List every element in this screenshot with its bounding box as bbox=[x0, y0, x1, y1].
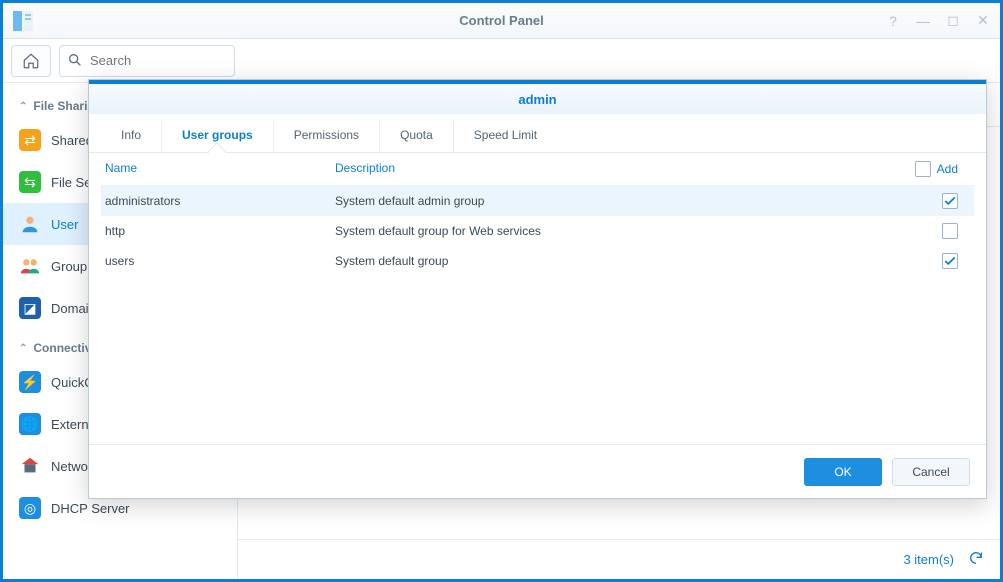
tab-label: Info bbox=[121, 128, 141, 142]
tab-label: Quota bbox=[400, 128, 433, 142]
group-row[interactable]: users System default group bbox=[101, 246, 974, 276]
user-edit-dialog: admin Info User groups Permissions Quota… bbox=[88, 79, 987, 499]
group-add-checkbox[interactable] bbox=[942, 223, 958, 239]
item-count: 3 item(s) bbox=[903, 552, 954, 567]
footer-bar: 3 item(s) bbox=[238, 539, 1000, 579]
group-add-checkbox[interactable] bbox=[942, 193, 958, 209]
reload-button[interactable] bbox=[968, 550, 984, 569]
toolbar bbox=[3, 39, 1000, 83]
dialog-footer: OK Cancel bbox=[89, 444, 986, 498]
titlebar: Control Panel ? — ◻ ✕ bbox=[3, 3, 1000, 39]
header-checkbox[interactable] bbox=[915, 161, 931, 177]
group-name: http bbox=[105, 224, 335, 238]
column-header-description[interactable]: Description bbox=[335, 161, 900, 177]
sidebar-item-label: DHCP Server bbox=[51, 501, 130, 516]
home-icon bbox=[22, 52, 40, 70]
sidebar-item-label: User bbox=[51, 217, 78, 232]
tab-label: Speed Limit bbox=[474, 128, 537, 142]
globe-icon: 🌐 bbox=[19, 413, 41, 435]
group-row[interactable]: http System default group for Web servic… bbox=[101, 216, 974, 246]
search-field[interactable] bbox=[59, 45, 235, 77]
dialog-tabs: Info User groups Permissions Quota Speed… bbox=[89, 114, 986, 153]
home-button[interactable] bbox=[11, 45, 51, 77]
chevron-up-icon: ⌃ bbox=[19, 343, 27, 354]
column-header-name[interactable]: Name bbox=[105, 161, 335, 177]
group-description: System default group bbox=[335, 254, 900, 268]
check-icon bbox=[943, 194, 957, 208]
search-icon bbox=[67, 52, 83, 73]
dialog-tab-permissions[interactable]: Permissions bbox=[273, 120, 379, 152]
control-panel-window: Control Panel ? — ◻ ✕ ⌃ File Sharing ⇄ bbox=[0, 0, 1003, 582]
check-icon bbox=[943, 254, 957, 268]
group-description: System default group for Web services bbox=[335, 224, 900, 238]
groups-grid: Name Description Add administrators Syst… bbox=[89, 153, 986, 444]
file-services-icon: ⇆ bbox=[19, 171, 41, 193]
group-name: administrators bbox=[105, 194, 335, 208]
group-row[interactable]: administrators System default admin grou… bbox=[101, 186, 974, 216]
column-header-label: Add bbox=[937, 162, 958, 176]
group-add-checkbox[interactable] bbox=[942, 253, 958, 269]
ok-button[interactable]: OK bbox=[804, 458, 882, 486]
maximize-button[interactable]: ◻ bbox=[944, 12, 962, 30]
dhcp-icon: ◎ bbox=[19, 497, 41, 519]
chevron-up-icon: ⌃ bbox=[19, 101, 27, 112]
close-button[interactable]: ✕ bbox=[974, 12, 992, 30]
group-name: users bbox=[105, 254, 335, 268]
column-header-add[interactable]: Add bbox=[900, 161, 970, 177]
window-title: Control Panel bbox=[3, 13, 1000, 28]
sidebar-item-label: Group bbox=[51, 259, 87, 274]
grid-header: Name Description Add bbox=[101, 153, 974, 186]
dialog-tab-user-groups[interactable]: User groups bbox=[161, 120, 273, 152]
button-label: Cancel bbox=[912, 465, 949, 479]
window-controls: ? — ◻ ✕ bbox=[884, 12, 992, 30]
dialog-tab-info[interactable]: Info bbox=[101, 120, 161, 152]
dialog-tab-quota[interactable]: Quota bbox=[379, 120, 453, 152]
help-button[interactable]: ? bbox=[884, 12, 902, 30]
button-label: OK bbox=[834, 465, 851, 479]
user-icon bbox=[19, 213, 41, 235]
app-icon bbox=[11, 9, 35, 33]
group-description: System default admin group bbox=[335, 194, 900, 208]
domain-icon: ◪ bbox=[19, 297, 41, 319]
minimize-button[interactable]: — bbox=[914, 12, 932, 30]
tab-label: Permissions bbox=[294, 128, 359, 142]
search-input[interactable] bbox=[59, 45, 235, 77]
quickconnect-icon: ⚡ bbox=[19, 371, 41, 393]
group-icon bbox=[19, 255, 41, 277]
network-icon bbox=[19, 455, 41, 477]
shared-folder-icon: ⇄ bbox=[19, 129, 41, 151]
dialog-tab-speed-limit[interactable]: Speed Limit bbox=[453, 120, 557, 152]
tab-label: User groups bbox=[182, 128, 253, 142]
cancel-button[interactable]: Cancel bbox=[892, 458, 970, 486]
reload-icon bbox=[968, 550, 984, 566]
dialog-title: admin bbox=[89, 84, 986, 114]
